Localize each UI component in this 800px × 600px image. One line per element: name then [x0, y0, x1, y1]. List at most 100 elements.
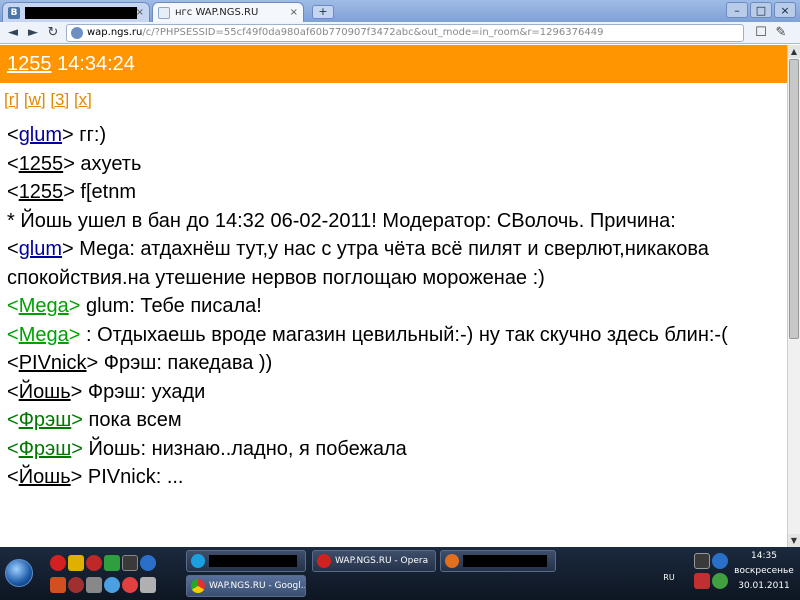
maximize-button[interactable]: □	[750, 2, 772, 18]
app-icon[interactable]	[104, 555, 120, 571]
chat-message: <Йошь> Фрэш: ухади	[7, 380, 206, 403]
message-text: ахуеть	[74, 152, 142, 175]
message-text: glum: Тебе писала!	[80, 295, 262, 317]
tab-close-icon[interactable]: ×	[136, 3, 144, 22]
quick-launch	[40, 551, 180, 595]
task-label: WAP.NGS.RU - Googl...	[209, 581, 306, 591]
vertical-scrollbar[interactable]: ▲ ▼	[787, 45, 800, 547]
app-icon[interactable]	[104, 577, 120, 593]
link-3[interactable]: [3]	[50, 90, 69, 109]
app-icon[interactable]	[122, 577, 138, 593]
scroll-down-icon[interactable]: ▼	[788, 534, 800, 547]
room-number-link[interactable]: 1255	[7, 53, 52, 75]
link-refresh[interactable]: [r]	[4, 90, 19, 109]
back-button[interactable]: ◄	[4, 24, 22, 42]
redacted-task-title	[463, 555, 547, 567]
window-controls: – □ ×	[726, 2, 796, 18]
windows-logo-icon	[5, 559, 33, 587]
tray-icon[interactable]	[712, 553, 728, 569]
app-icon[interactable]	[68, 555, 84, 571]
link-write[interactable]: [w]	[24, 90, 46, 109]
clock[interactable]: 14:35 воскресенье 30.01.2011	[728, 549, 800, 594]
clock-date: 30.01.2011	[738, 581, 790, 591]
language-indicator[interactable]: RU	[662, 571, 676, 585]
taskbar-button-firefox[interactable]	[440, 550, 556, 572]
app-icon[interactable]	[68, 577, 84, 593]
minimize-button[interactable]: –	[726, 2, 748, 18]
nick-link[interactable]: Mega	[19, 324, 69, 346]
wrench-icon[interactable]: ✎	[772, 24, 790, 42]
firefox-icon	[445, 554, 459, 568]
chat-time: 14:34:24	[57, 53, 135, 75]
chrome-icon	[191, 579, 205, 593]
chat-nav-links: [r] [w] [3] [x]	[4, 90, 92, 110]
taskbar-button-skype[interactable]	[186, 550, 306, 572]
message-text: Mega: атдахнёш тут,у нас с утра чёта всё…	[7, 238, 709, 289]
nick-link[interactable]: Йошь	[19, 381, 71, 403]
chat-message: <1255> ахуеть	[7, 152, 142, 175]
nick-link[interactable]: Mega	[19, 295, 69, 317]
start-button[interactable]	[2, 551, 36, 595]
message-text: Фрэш: ухади	[82, 380, 206, 403]
taskbar-button-chrome[interactable]: WAP.NGS.RU - Googl...	[186, 575, 306, 597]
message-text: f[etnm	[74, 181, 137, 203]
message-text: Йошь: низнаю..ладно, я побежала	[82, 437, 407, 460]
taskbar-button-opera[interactable]: WAP.NGS.RU - Opera	[312, 550, 436, 572]
nick-link[interactable]: glum	[19, 124, 62, 146]
chat-message: <1255> f[etnm	[7, 181, 137, 203]
tray-icon[interactable]	[694, 573, 710, 589]
url-path: /c/?PHPSESSID=55cf49f0da980af60b770907f3…	[142, 27, 604, 38]
chat-message: <Mega> glum: Тебе писала!	[7, 295, 262, 317]
app-icon[interactable]	[50, 577, 66, 593]
tab-vk[interactable]: В ×	[2, 2, 150, 22]
tray-icon[interactable]	[712, 573, 728, 589]
app-icon[interactable]	[86, 555, 102, 571]
chat-message: <PIVnick> Фрэш: пакедава ))	[7, 352, 273, 374]
nick-link[interactable]: 1255	[19, 153, 64, 175]
scroll-up-icon[interactable]: ▲	[788, 45, 800, 58]
message-text: пока всем	[82, 409, 182, 431]
url-host: wap.ngs.ru	[87, 27, 143, 38]
nick-link[interactable]: glum	[19, 238, 62, 260]
app-icon[interactable]	[140, 577, 156, 593]
tray-icon[interactable]	[694, 553, 710, 569]
message-text: : Отдыхаешь вроде магазин цевильный:-) н…	[80, 323, 728, 346]
task-label: WAP.NGS.RU - Opera	[335, 556, 429, 566]
chat-message: <glum> гг:)	[7, 124, 107, 146]
tab-close-icon[interactable]: ×	[290, 3, 298, 22]
link-exit[interactable]: [x]	[74, 90, 92, 109]
message-text: гг:)	[73, 124, 107, 146]
tab-title: нгс WAP.NGS.RU	[175, 7, 259, 18]
reload-button[interactable]: ↻	[44, 24, 62, 42]
close-window-button[interactable]: ×	[774, 2, 796, 18]
nick-link[interactable]: PIVnick	[19, 352, 87, 374]
nick-link[interactable]: 1255	[19, 181, 64, 203]
tab-wap-ngs[interactable]: нгс WAP.NGS.RU ×	[152, 2, 304, 22]
new-tab-button[interactable]: +	[312, 5, 334, 19]
scroll-thumb[interactable]	[789, 59, 799, 339]
forward-button[interactable]: ►	[24, 24, 42, 42]
address-bar[interactable]: wap.ngs.ru/c/?PHPSESSID=55cf49f0da980af6…	[66, 24, 744, 42]
chat-message: <Йошь> PIVnick: ...	[7, 466, 184, 488]
app-icon[interactable]	[140, 555, 156, 571]
clock-time: 14:35	[751, 551, 777, 561]
app-icon[interactable]	[122, 555, 138, 571]
chat-message: <Mega> : Отдыхаешь вроде магазин цевильн…	[7, 323, 728, 346]
skype-icon	[191, 554, 205, 568]
page-viewport: 1255 14:34:24 [r] [w] [3] [x] <glum> гг:…	[0, 45, 787, 547]
chat-message: <Фрэш> Йошь: низнаю..ладно, я побежала	[7, 437, 407, 460]
chat-message: <Фрэш> пока всем	[7, 409, 182, 431]
browser-toolbar: ◄ ► ↻ wap.ngs.ru/c/?PHPSESSID=55cf49f0da…	[0, 22, 800, 44]
chat-messages: <glum> гг:) <1255> ахуеть <1255> f[etnm …	[7, 121, 785, 492]
nick-link[interactable]: Фрэш	[19, 438, 72, 460]
nick-link[interactable]: Йошь	[19, 466, 71, 488]
chat-message: <glum> Mega: атдахнёш тут,у нас с утра ч…	[7, 238, 709, 289]
nick-link[interactable]: Фрэш	[19, 409, 72, 431]
browser-titlebar: В × нгс WAP.NGS.RU × + – □ ×	[0, 0, 800, 22]
page-menu-icon[interactable]: ☐	[752, 24, 770, 42]
opera-icon[interactable]	[50, 555, 66, 571]
redacted-task-title	[209, 555, 297, 567]
app-icon[interactable]	[86, 577, 102, 593]
opera-icon	[317, 554, 331, 568]
chat-header: 1255 14:34:24	[0, 45, 787, 83]
